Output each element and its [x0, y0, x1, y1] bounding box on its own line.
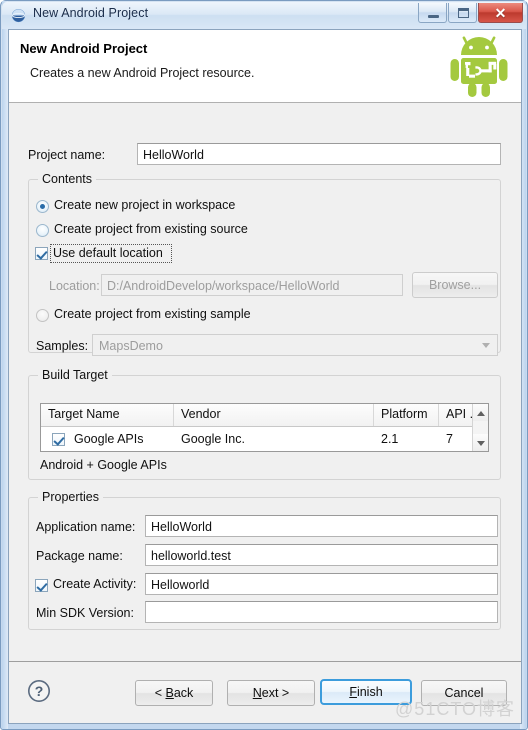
- next-button-suffix: ext >: [261, 686, 290, 700]
- location-label: Location:: [49, 279, 100, 293]
- radio-create-project-existing-sample-label: Create project from existing sample: [54, 307, 251, 321]
- close-icon: ✕: [494, 5, 507, 21]
- svg-text:?: ?: [35, 683, 44, 699]
- properties-group-title: Properties: [38, 490, 103, 504]
- radio-create-project-existing-source[interactable]: [36, 224, 49, 237]
- radio-create-new-project-workspace[interactable]: [36, 200, 49, 213]
- minimize-button[interactable]: [418, 3, 447, 23]
- dialog-footer: ? < Back Next > Finish Cancel @51CTO博客: [9, 661, 521, 723]
- next-button[interactable]: Next >: [227, 680, 315, 706]
- checkbox-use-default-location[interactable]: [35, 247, 48, 260]
- radio-create-project-existing-sample[interactable]: [36, 309, 49, 322]
- close-button[interactable]: ✕: [478, 3, 523, 23]
- build-target-group-title: Build Target: [38, 368, 112, 382]
- samples-label: Samples:: [36, 339, 89, 353]
- build-target-table[interactable]: Target Name Vendor Platform API ... Goog…: [40, 403, 489, 452]
- project-name-input[interactable]: HelloWorld: [137, 143, 501, 165]
- checkbox-create-activity-label: Create Activity:: [53, 577, 137, 591]
- dialog-client-area: New Android Project Creates a new Androi…: [8, 29, 522, 724]
- android-robot-logo: [450, 36, 508, 97]
- build-target-description: Android + Google APIs: [40, 458, 167, 472]
- next-button-mnemonic: N: [252, 686, 262, 700]
- min-sdk-version-input[interactable]: [145, 601, 498, 623]
- window-title: New Android Project: [33, 6, 149, 20]
- cell-target-name: Google APIs: [74, 432, 144, 446]
- window-controls: ✕: [418, 3, 523, 23]
- finish-button-suffix: inish: [356, 685, 383, 699]
- page-subtitle: Creates a new Android Project resource.: [30, 66, 255, 80]
- chevron-down-icon: [482, 343, 490, 348]
- chevron-up-icon: [476, 410, 485, 416]
- table-header-row: Target Name Vendor Platform API ...: [41, 404, 488, 427]
- checkbox-use-default-location-label: Use default location: [53, 246, 163, 260]
- column-header-vendor[interactable]: Vendor: [174, 404, 374, 426]
- back-button-prefix: <: [154, 686, 166, 700]
- restore-icon: [458, 8, 469, 18]
- title-bar[interactable]: New Android Project ✕: [2, 2, 526, 29]
- browse-button[interactable]: Browse...: [412, 272, 498, 298]
- restore-button[interactable]: [448, 3, 477, 23]
- package-name-label: Package name:: [36, 549, 123, 563]
- column-header-target-name[interactable]: Target Name: [41, 404, 174, 426]
- table-vertical-scrollbar[interactable]: [472, 404, 488, 451]
- cell-platform: 2.1: [381, 432, 399, 446]
- samples-dropdown[interactable]: MapsDemo: [92, 334, 498, 356]
- radio-create-new-project-workspace-label: Create new project in workspace: [54, 198, 236, 212]
- project-name-label: Project name:: [28, 148, 106, 162]
- samples-selected-value: MapsDemo: [99, 339, 163, 353]
- create-activity-input[interactable]: Helloworld: [145, 573, 498, 595]
- help-question-icon[interactable]: ?: [27, 679, 51, 703]
- radio-create-project-existing-source-label: Create project from existing source: [54, 222, 248, 236]
- checkbox-create-activity[interactable]: [35, 579, 48, 592]
- chevron-down-icon: [476, 440, 485, 446]
- dialog-body: Project name: HelloWorld Contents Create…: [9, 103, 521, 662]
- dialog-window: New Android Project ✕ New Android Projec…: [0, 0, 528, 730]
- min-sdk-version-label: Min SDK Version:: [36, 606, 134, 620]
- finish-button-mnemonic: F: [349, 685, 357, 699]
- application-name-input[interactable]: HelloWorld: [145, 515, 498, 537]
- package-name-input[interactable]: helloworld.test: [145, 544, 498, 566]
- scroll-up-button[interactable]: [473, 404, 488, 421]
- application-name-label: Application name:: [36, 520, 136, 534]
- back-button-mnemonic: B: [165, 686, 174, 700]
- contents-group-title: Contents: [38, 172, 97, 186]
- back-button-suffix: ack: [173, 686, 194, 700]
- scroll-down-button[interactable]: [473, 434, 488, 451]
- android-bubble-icon: [11, 8, 26, 23]
- site-watermark: @51CTO博客: [395, 699, 515, 719]
- column-header-platform[interactable]: Platform: [374, 404, 439, 426]
- page-title: New Android Project: [20, 41, 148, 56]
- back-button[interactable]: < Back: [135, 680, 213, 706]
- wizard-header: New Android Project Creates a new Androi…: [9, 30, 521, 103]
- minimize-icon: [428, 15, 439, 18]
- location-input[interactable]: D:/AndroidDevelop/workspace/HelloWorld: [101, 274, 403, 296]
- cell-vendor: Google Inc.: [181, 432, 245, 446]
- row-checkbox-google-apis[interactable]: [52, 433, 65, 446]
